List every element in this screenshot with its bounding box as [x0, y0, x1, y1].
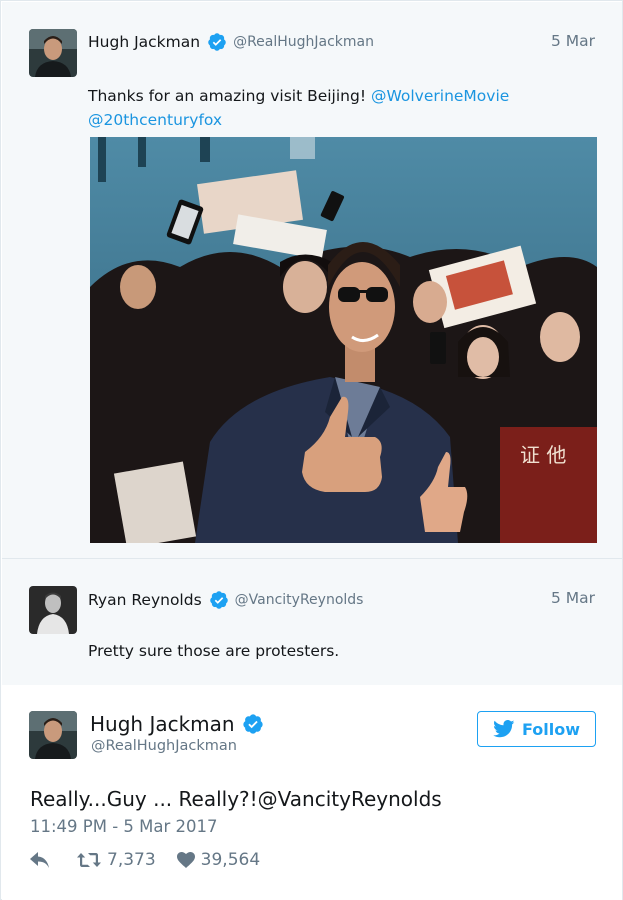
heart-icon	[176, 852, 195, 868]
tweet-thread: Hugh Jackman @RealHughJackman 5 Mar Than…	[0, 0, 623, 900]
tweet-text-body: Really...Guy ... Really?!	[30, 787, 258, 811]
verified-badge-icon	[242, 714, 263, 734]
avatar[interactable]	[29, 711, 77, 759]
follow-label: Follow	[521, 719, 580, 739]
author-name[interactable]: Hugh Jackman	[88, 33, 200, 51]
svg-text:证 他: 证 他	[520, 443, 566, 467]
tweet-text: Thanks for an amazing visit Beijing! @Wo…	[88, 84, 558, 132]
mention-link[interactable]: @VancityReynolds	[258, 787, 442, 811]
like-count: 39,564	[200, 850, 261, 870]
twitter-bird-icon	[493, 720, 515, 738]
author-name[interactable]: Hugh Jackman	[90, 712, 235, 736]
context-tweet-hugh[interactable]: Hugh Jackman @RealHughJackman 5 Mar Than…	[2, 2, 622, 559]
like-button[interactable]: 39,564	[176, 850, 261, 870]
tweet-date[interactable]: 5 Mar	[551, 589, 595, 607]
verified-badge-icon	[209, 591, 228, 609]
mention-link[interactable]: @WolverineMovie	[371, 87, 509, 105]
follow-button[interactable]: Follow	[477, 711, 596, 747]
author-handle[interactable]: @VancityReynolds	[235, 592, 364, 608]
main-tweet: Hugh Jackman @RealHughJackman Follow Rea…	[2, 686, 622, 900]
tweet-text: Really...Guy ... Really?!@VancityReynold…	[30, 787, 442, 811]
avatar[interactable]	[29, 29, 77, 77]
tweet-date[interactable]: 5 Mar	[551, 32, 595, 50]
verified-badge-icon	[208, 33, 226, 51]
author-name[interactable]: Ryan Reynolds	[88, 591, 202, 609]
tweet-timestamp[interactable]: 11:49 PM - 5 Mar 2017	[30, 817, 218, 836]
retweet-button[interactable]: 7,373	[77, 850, 156, 870]
tweet-text-body: Thanks for an amazing visit Beijing!	[88, 87, 371, 105]
author-handle[interactable]: @RealHughJackman	[233, 34, 374, 50]
tweet-photo[interactable]: 证 他	[90, 137, 597, 543]
context-tweet-ryan[interactable]: Ryan Reynolds @VancityReynolds 5 Mar Pre…	[2, 559, 622, 685]
avatar[interactable]	[29, 586, 77, 634]
reply-icon	[30, 852, 49, 868]
retweet-icon	[77, 853, 101, 867]
author-handle[interactable]: @RealHughJackman	[91, 738, 237, 754]
tweet-text: Pretty sure those are protesters.	[88, 642, 340, 660]
tweet-actions: 7,373 39,564	[30, 850, 260, 870]
mention-link[interactable]: @20thcenturyfox	[88, 111, 222, 129]
reply-button[interactable]	[30, 852, 50, 868]
retweet-count: 7,373	[107, 850, 156, 870]
